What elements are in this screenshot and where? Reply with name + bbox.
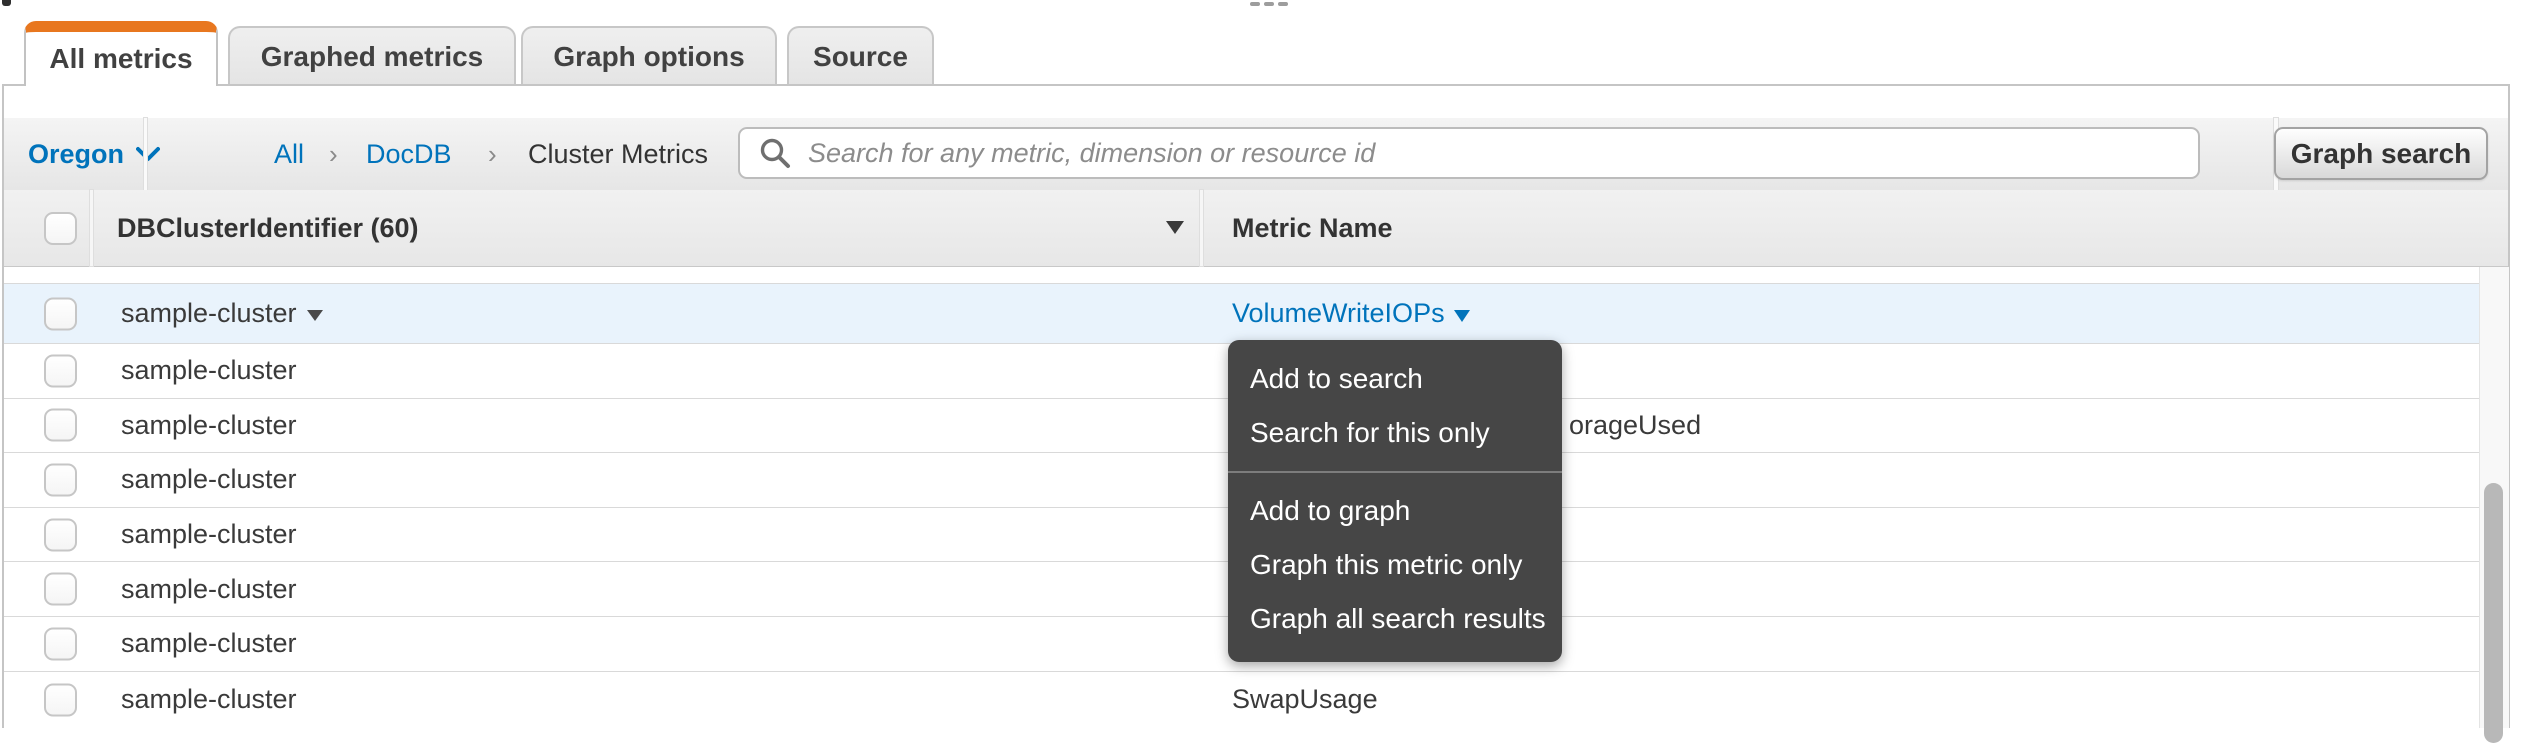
cluster-identifier-link[interactable]: sample-cluster xyxy=(121,344,297,398)
metric-name-link[interactable]: orageUsed xyxy=(1569,399,1701,453)
tab-label: Source xyxy=(813,41,908,73)
row-checkbox[interactable] xyxy=(44,573,77,606)
column-header-metric-name: Metric Name xyxy=(1232,190,1393,266)
cluster-identifier-label: sample-cluster xyxy=(121,519,297,550)
row-checkbox[interactable] xyxy=(44,463,77,496)
select-all-checkbox[interactable] xyxy=(44,212,77,245)
menu-item-graph-this-metric-only[interactable]: Graph this metric only xyxy=(1228,538,1562,592)
table-header: DBClusterIdentifier (60) Metric Name xyxy=(4,190,2508,268)
breadcrumb-link: DocDB xyxy=(366,139,452,170)
menu-item-graph-all-search-results[interactable]: Graph all search results xyxy=(1228,592,1562,646)
row-checkbox[interactable] xyxy=(44,627,77,660)
cluster-identifier-label: sample-cluster xyxy=(121,574,297,605)
cluster-identifier-label: sample-cluster xyxy=(121,684,297,715)
metric-name-link[interactable]: SwapUsage xyxy=(1232,672,1378,728)
cluster-identifier-label: sample-cluster xyxy=(121,628,297,659)
row-checkbox[interactable] xyxy=(44,409,77,442)
cluster-identifier-link[interactable]: sample-cluster xyxy=(121,672,297,728)
table-row: sample-cluster VolumeWriteIOPs xyxy=(4,284,2479,344)
row-checkbox[interactable] xyxy=(44,297,77,330)
row-checkbox[interactable] xyxy=(44,683,77,716)
metric-search-box xyxy=(738,127,2200,179)
metric-name-label: SwapUsage xyxy=(1232,684,1378,715)
menu-item-search-for-this-only[interactable]: Search for this only xyxy=(1228,406,1562,460)
metric-name-label: orageUsed xyxy=(1569,410,1701,441)
tab-label: All metrics xyxy=(49,43,192,75)
tab-graph-options[interactable]: Graph options xyxy=(521,26,777,86)
cluster-identifier-label: sample-cluster xyxy=(121,464,297,495)
panel-drag-handle[interactable] xyxy=(1250,2,1288,6)
cluster-identifier-link[interactable]: sample-cluster xyxy=(121,562,297,616)
caret-down-icon[interactable] xyxy=(1166,221,1184,234)
cluster-identifier-label: sample-cluster xyxy=(121,410,297,441)
metrics-toolbar: Oregon All › DocDB › Cluster Metrics xyxy=(4,118,2508,192)
search-input[interactable] xyxy=(806,130,2198,176)
toolbar-divider xyxy=(144,118,147,190)
breadcrumb-current-label: Cluster Metrics xyxy=(528,139,708,170)
cluster-identifier-link[interactable]: sample-cluster xyxy=(121,284,323,343)
breadcrumb-item-all[interactable]: All xyxy=(274,118,304,190)
menu-separator xyxy=(1228,471,1562,473)
caret-down-icon[interactable] xyxy=(1454,310,1470,322)
tab-source[interactable]: Source xyxy=(787,26,934,86)
cluster-identifier-link[interactable]: sample-cluster xyxy=(121,508,297,562)
tab-label: Graphed metrics xyxy=(261,41,484,73)
breadcrumb-link: All xyxy=(274,139,304,170)
breadcrumb-item-current: Cluster Metrics xyxy=(528,118,708,190)
metric-context-menu: Add to searchSearch for this only Add to … xyxy=(1228,340,1562,662)
search-icon xyxy=(758,136,792,170)
breadcrumb-item-docdb[interactable]: DocDB xyxy=(366,118,452,190)
partial-scrolled-row xyxy=(4,267,2479,284)
cluster-identifier-label: sample-cluster xyxy=(121,298,297,329)
row-checkbox[interactable] xyxy=(44,518,77,551)
region-selector[interactable]: Oregon xyxy=(28,118,160,190)
metric-name-link[interactable]: VolumeWriteIOPs xyxy=(1232,284,1470,343)
region-label: Oregon xyxy=(28,139,124,170)
cluster-identifier-link[interactable]: sample-cluster xyxy=(121,399,297,453)
breadcrumb-separator: › xyxy=(329,118,338,190)
column-header-dbclusteridentifier: DBClusterIdentifier (60) xyxy=(117,190,419,266)
tab-graphed-metrics[interactable]: Graphed metrics xyxy=(228,26,516,86)
vertical-scrollbar-thumb[interactable] xyxy=(2484,483,2503,743)
active-tab-bridge xyxy=(26,84,216,88)
window-edge-artifact xyxy=(2,0,11,6)
tab-all-metrics[interactable]: All metrics xyxy=(24,21,218,86)
row-checkbox[interactable] xyxy=(44,354,77,387)
menu-item-add-to-search[interactable]: Add to search xyxy=(1228,352,1562,406)
tab-label: Graph options xyxy=(553,41,744,73)
header-divider xyxy=(90,190,93,266)
chevron-down-icon xyxy=(136,146,160,162)
graph-search-button[interactable]: Graph search xyxy=(2274,127,2488,180)
menu-item-add-to-graph[interactable]: Add to graph xyxy=(1228,484,1562,538)
cluster-identifier-label: sample-cluster xyxy=(121,355,297,386)
caret-down-icon[interactable] xyxy=(307,310,323,321)
cluster-identifier-link[interactable]: sample-cluster xyxy=(121,617,297,671)
breadcrumb-separator: › xyxy=(488,118,497,190)
header-divider xyxy=(1200,190,1203,266)
metric-name-label: VolumeWriteIOPs xyxy=(1232,298,1445,329)
table-row: sample-cluster SwapUsage xyxy=(4,672,2479,728)
cluster-identifier-link[interactable]: sample-cluster xyxy=(121,453,297,507)
